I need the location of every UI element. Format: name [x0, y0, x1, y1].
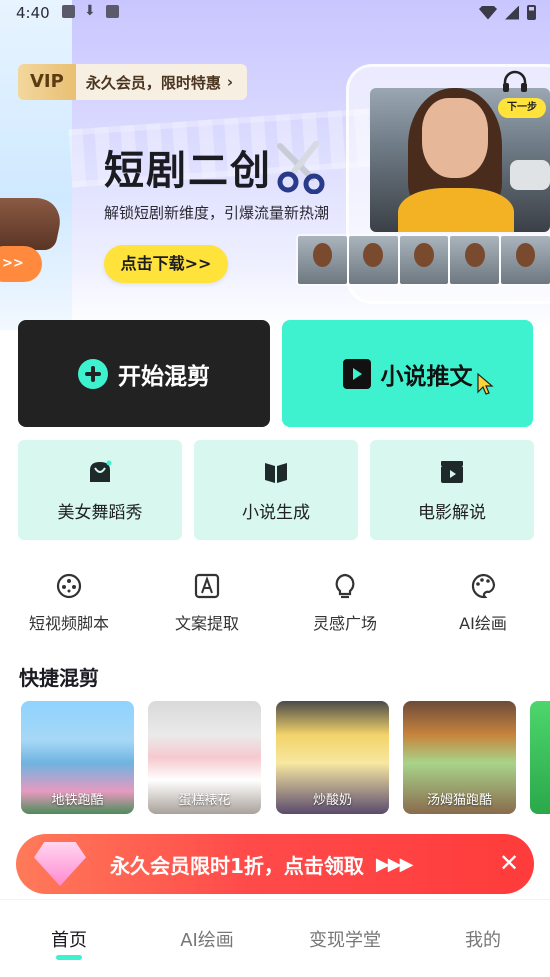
quick-mix-card-tomcat[interactable]: 汤姆猫跑酷 — [403, 701, 516, 814]
hero-subtitle: 解锁短剧新维度，引爆流量新热潮 — [104, 204, 330, 222]
next-step-tag[interactable]: 下一步 — [498, 98, 546, 118]
quick-mix-title: 快捷混剪 — [19, 666, 99, 690]
novel-promo-button[interactable]: 小说推文 — [282, 320, 533, 427]
tool-copy-extract[interactable]: 文案提取 — [152, 572, 262, 634]
tab-learning[interactable]: 变现学堂 — [290, 926, 400, 952]
quick-mix-card-cake[interactable]: 蛋糕裱花 — [148, 701, 261, 814]
quick-mix-card-more[interactable] — [530, 701, 550, 814]
quick-mix-card-subway[interactable]: 地铁跑酷 — [21, 701, 134, 814]
tool-label: 文案提取 — [174, 614, 239, 633]
quick-mix-label: 炒酸奶 — [312, 793, 352, 808]
promo-text: 永久会员限时1折，点击领取 — [110, 853, 364, 878]
clapperboard-icon — [441, 460, 463, 483]
feature-card-dance[interactable]: 美女舞蹈秀 — [18, 440, 182, 540]
palette-icon — [471, 573, 496, 599]
feature-card-movie[interactable]: 电影解说 — [370, 440, 534, 540]
tool-inspiration[interactable]: 灵感广场 — [290, 572, 400, 634]
hero-title: 短剧二创 — [104, 148, 272, 194]
quick-mix-card-yogurt[interactable]: 炒酸奶 — [276, 701, 389, 814]
tab-mine[interactable]: 我的 — [428, 926, 538, 952]
tool-label: 灵感广场 — [312, 614, 377, 633]
wifi-icon — [479, 5, 497, 20]
scissors-icon — [277, 141, 325, 194]
dance-icon — [90, 460, 112, 482]
feature-card-label: 美女舞蹈秀 — [57, 502, 143, 523]
battery-icon — [527, 5, 536, 20]
tool-ai-painting[interactable]: AI绘画 — [428, 572, 538, 634]
quick-mix-label: 汤姆猫跑酷 — [426, 793, 492, 808]
signal-icon — [505, 5, 519, 20]
feature-card-label: 电影解说 — [418, 502, 486, 523]
feature-card-label: 小说生成 — [242, 502, 310, 523]
cursor-icon — [477, 372, 494, 395]
notification-a-icon — [106, 5, 119, 18]
vip-offer-text: 永久会员，限时特惠 — [85, 73, 221, 92]
open-book-icon — [265, 462, 287, 483]
prev-banner-button[interactable]: >> — [0, 246, 42, 282]
film-reel-icon — [56, 573, 82, 599]
tab-home[interactable]: 首页 — [14, 926, 124, 952]
tool-label: AI绘画 — [459, 614, 507, 633]
thumbnail-strip — [296, 234, 550, 286]
start-mix-label: 开始混剪 — [118, 363, 210, 390]
tool-video-script[interactable]: 短视频脚本 — [14, 572, 124, 634]
status-time: 4:40 — [16, 4, 50, 22]
download-button[interactable]: 点击下载>> — [104, 245, 228, 283]
close-icon[interactable]: ✕ — [496, 850, 522, 876]
quick-mix-label: 蛋糕裱花 — [178, 793, 231, 808]
arrows-icon: ▶▶▶ — [375, 853, 414, 875]
tab-ai-painting[interactable]: AI绘画 — [152, 926, 262, 952]
letter-a-icon — [194, 573, 220, 599]
chevron-right-icon: › — [226, 73, 234, 91]
status-bar: 4:40 ⬇ — [0, 0, 550, 26]
start-mix-button[interactable]: 开始混剪 — [18, 320, 270, 427]
lightbulb-icon — [335, 573, 355, 599]
vip-promo-bar[interactable]: 永久会员限时1折，点击领取 ▶▶▶ ✕ — [16, 834, 534, 894]
active-tab-indicator — [56, 955, 82, 960]
bottom-tab-bar: 首页 AI绘画 变现学堂 我的 — [0, 900, 550, 977]
tool-label: 短视频脚本 — [28, 614, 109, 633]
play-book-icon — [342, 358, 371, 389]
download-icon: ⬇ — [84, 3, 96, 19]
diamond-icon — [34, 842, 86, 886]
quick-mix-label: 地铁跑酷 — [51, 793, 104, 808]
vip-banner[interactable]: VIP 永久会员，限时特惠 › — [18, 64, 248, 100]
gallery-icon — [62, 5, 75, 18]
plus-circle-icon — [78, 358, 108, 389]
feature-card-novel-gen[interactable]: 小说生成 — [194, 440, 358, 540]
novel-promo-label: 小说推文 — [380, 363, 473, 390]
headset-icon[interactable] — [500, 68, 530, 98]
vip-tag: VIP — [18, 64, 76, 100]
